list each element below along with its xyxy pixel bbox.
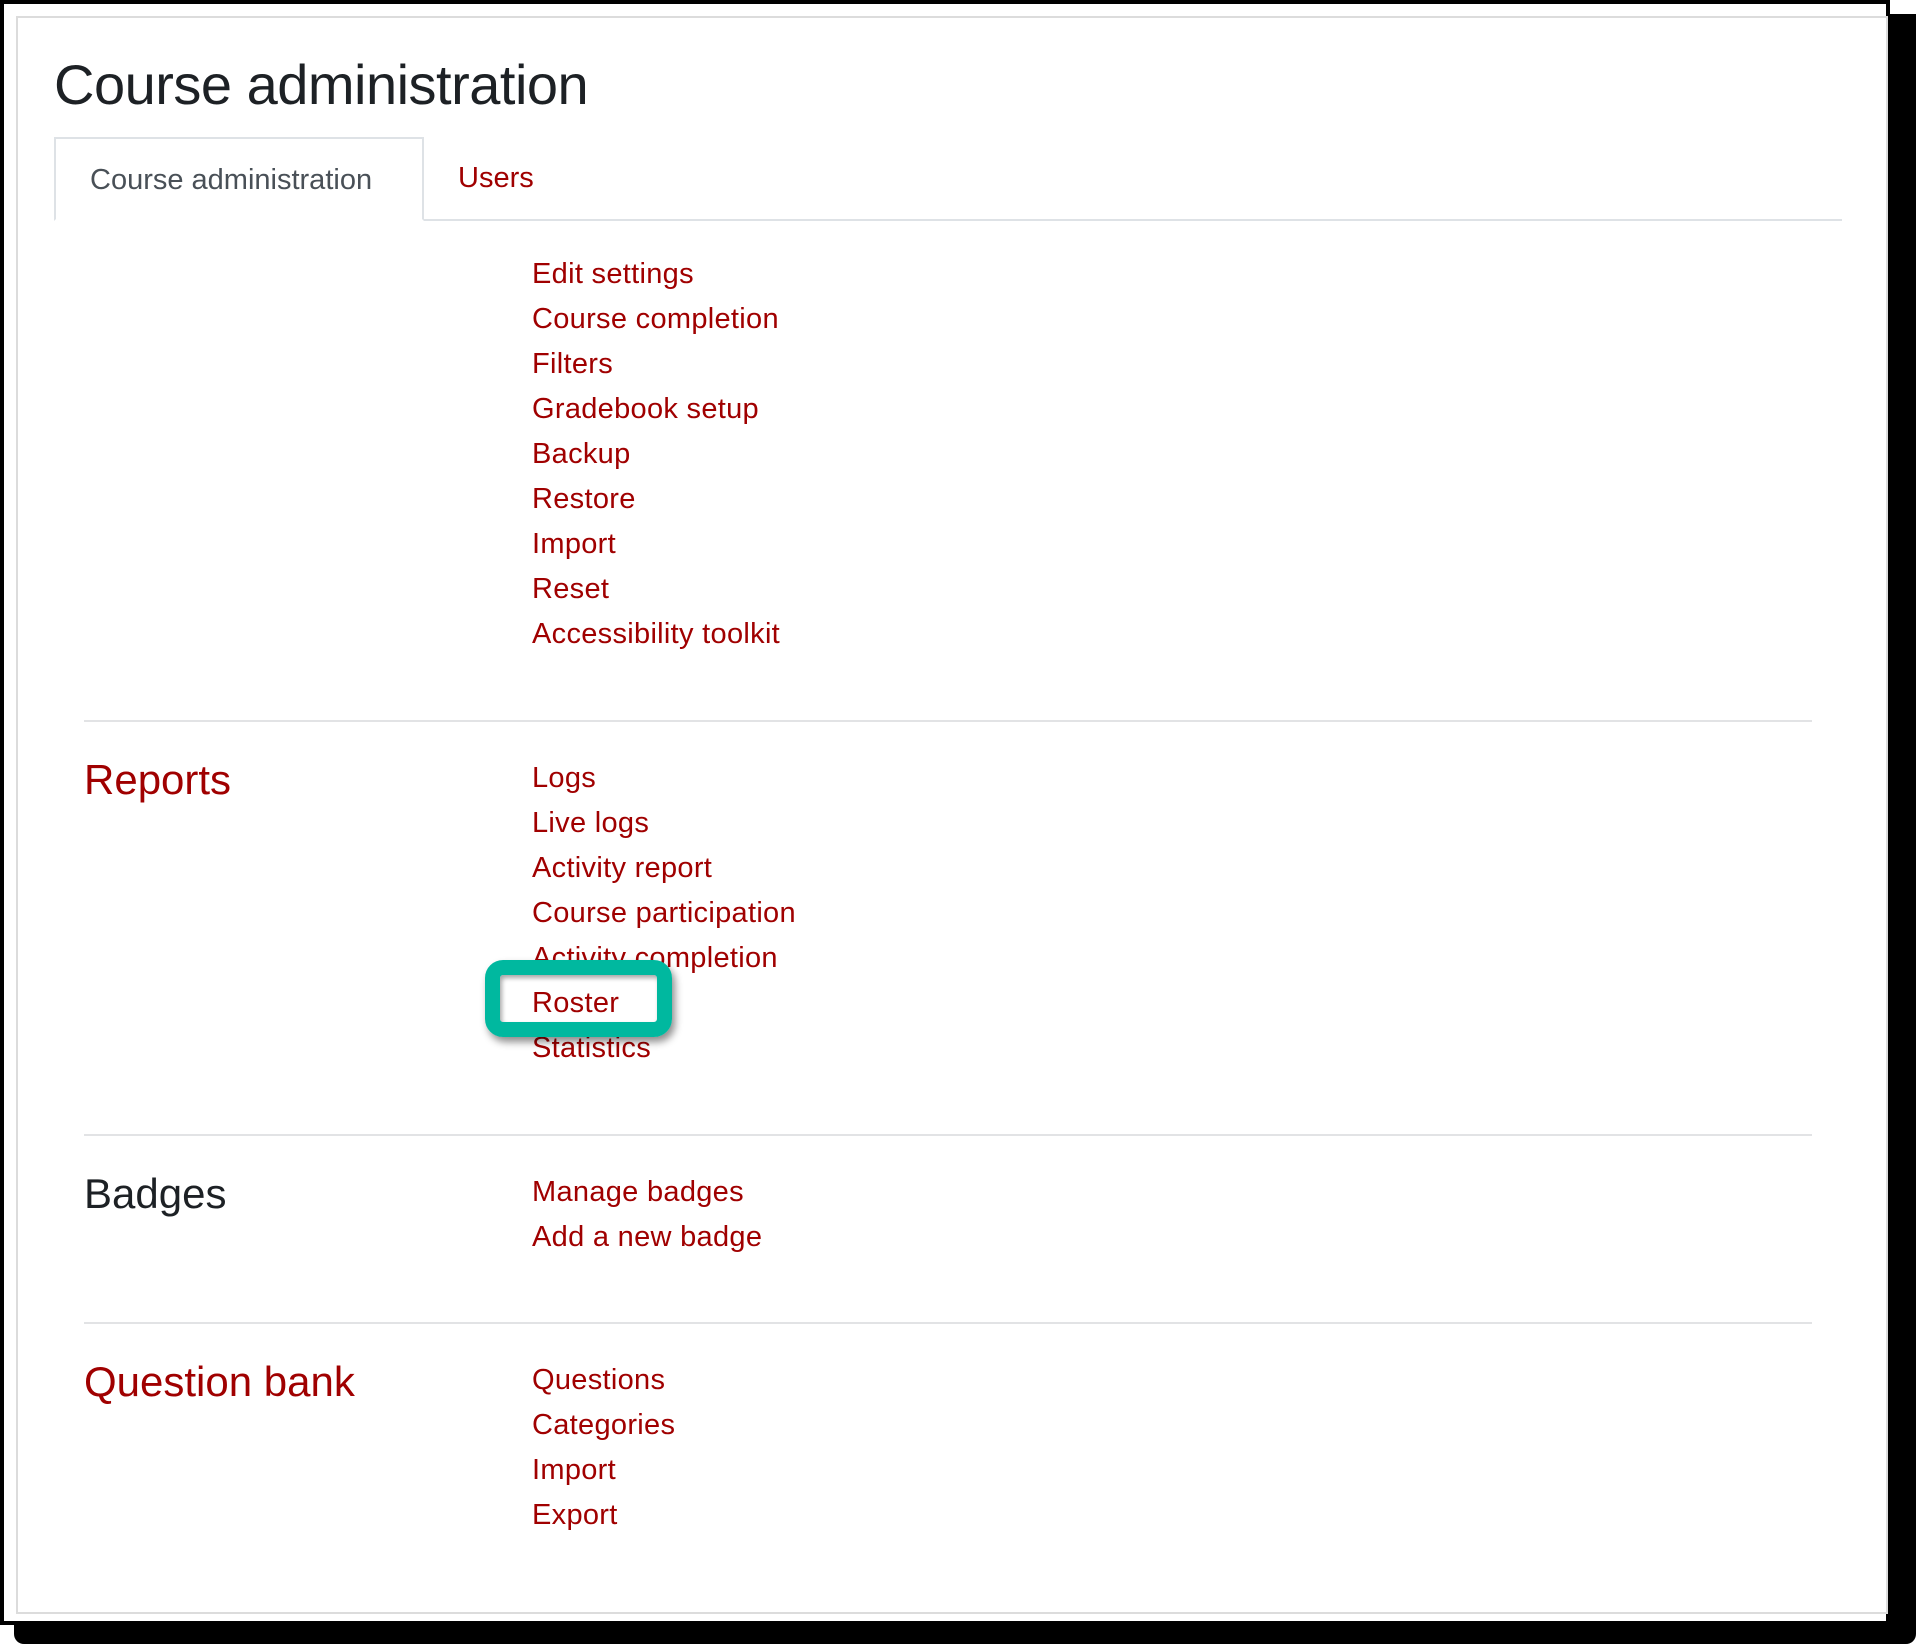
roster-highlight-box <box>485 960 672 1037</box>
link-backup[interactable]: Backup <box>532 438 631 470</box>
link-add-new-badge[interactable]: Add a new badge <box>532 1221 762 1253</box>
link-restore[interactable]: Restore <box>532 483 636 515</box>
section-divider <box>84 1322 1812 1324</box>
section-divider <box>84 720 1812 722</box>
tab-bar: Course administration Users <box>54 137 1842 221</box>
section-divider <box>84 1134 1812 1136</box>
link-manage-badges[interactable]: Manage badges <box>532 1176 744 1208</box>
tab-course-administration[interactable]: Course administration <box>54 137 424 221</box>
course-settings-links: Edit settings Course completion Filters … <box>532 252 780 657</box>
link-edit-settings[interactable]: Edit settings <box>532 258 694 290</box>
tab-users[interactable]: Users <box>424 137 568 219</box>
badges-heading: Badges <box>84 1170 227 1217</box>
link-import[interactable]: Import <box>532 528 616 560</box>
link-categories[interactable]: Categories <box>532 1409 675 1441</box>
link-filters[interactable]: Filters <box>532 348 613 380</box>
link-course-participation[interactable]: Course participation <box>532 897 796 929</box>
question-bank-heading[interactable]: Question bank <box>84 1358 355 1406</box>
link-qb-export[interactable]: Export <box>532 1499 618 1531</box>
link-activity-report[interactable]: Activity report <box>532 852 712 884</box>
link-course-completion[interactable]: Course completion <box>532 303 779 335</box>
link-reset[interactable]: Reset <box>532 573 609 605</box>
badges-links: Manage badges Add a new badge <box>532 1170 762 1260</box>
question-bank-links: Questions Categories Import Export <box>532 1358 675 1538</box>
link-logs[interactable]: Logs <box>532 762 596 794</box>
link-qb-import[interactable]: Import <box>532 1454 616 1486</box>
link-questions[interactable]: Questions <box>532 1364 665 1396</box>
link-gradebook-setup[interactable]: Gradebook setup <box>532 393 759 425</box>
page-title: Course administration <box>54 53 589 116</box>
link-live-logs[interactable]: Live logs <box>532 807 649 839</box>
link-accessibility-toolkit[interactable]: Accessibility toolkit <box>532 618 780 650</box>
reports-heading[interactable]: Reports <box>84 756 231 804</box>
